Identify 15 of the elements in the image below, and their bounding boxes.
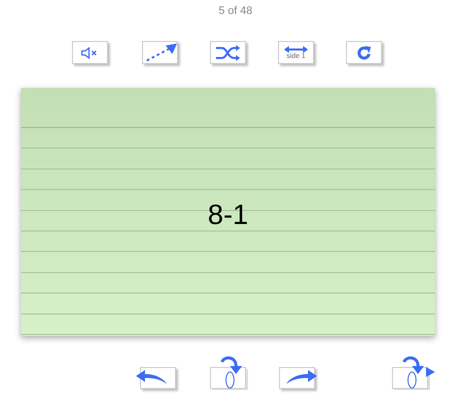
curved-arrow-left-icon [136, 369, 168, 385]
card-text: 8-1 [208, 198, 248, 232]
double-arrow-icon [284, 46, 308, 52]
flip-next-button[interactable] [392, 354, 436, 390]
shuffle-icon [215, 44, 241, 60]
flip-card-icon [210, 354, 248, 390]
curved-arrow-right-icon [285, 369, 317, 385]
refresh-icon [356, 44, 372, 60]
flip-button[interactable] [210, 354, 248, 390]
mute-button[interactable] [72, 41, 108, 64]
shuffle-button[interactable] [210, 41, 246, 64]
flip-and-next-icon [392, 354, 436, 390]
autoplay-button[interactable] [142, 41, 178, 64]
card-counter: 5 of 48 [218, 4, 252, 19]
restart-button[interactable] [346, 41, 382, 64]
